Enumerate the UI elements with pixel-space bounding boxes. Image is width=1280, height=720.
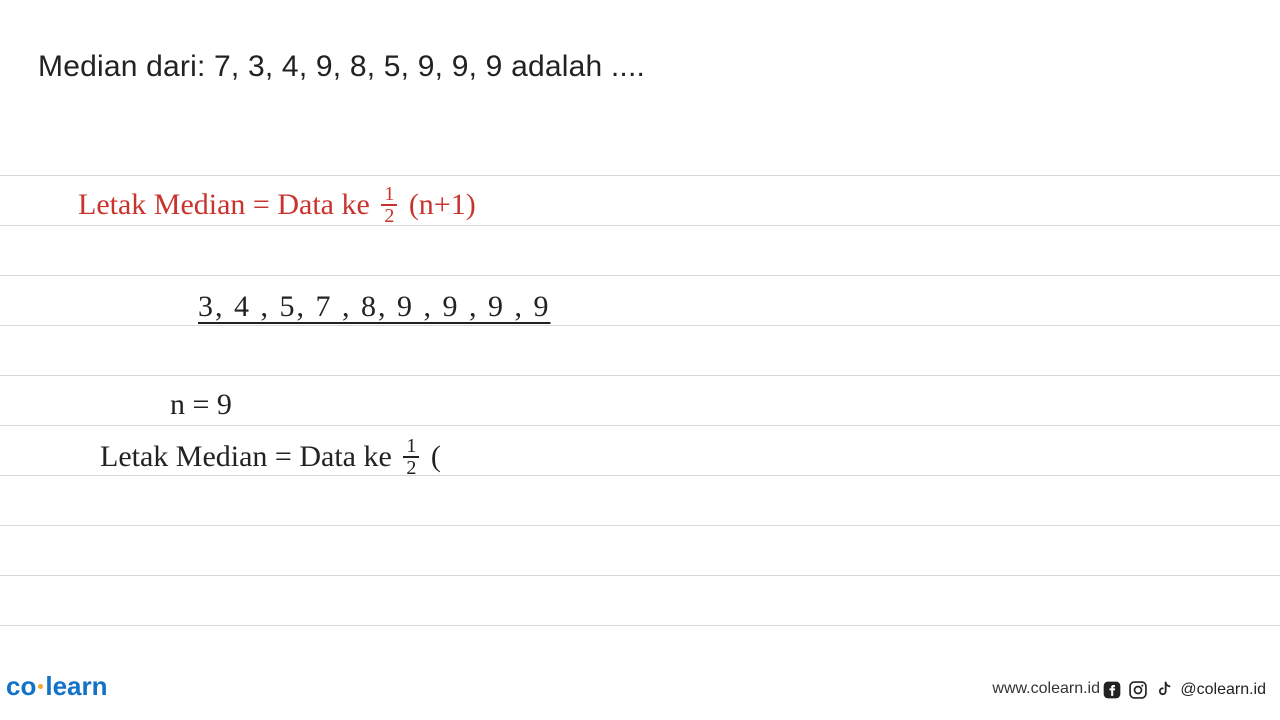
logo-right: learn xyxy=(45,671,107,701)
sorted-data: 3, 4 , 5, 7 , 8, 9 , 9 , 9 , 9 xyxy=(198,290,551,324)
denominator: 2 xyxy=(381,206,397,226)
footer: colearn www.colearn.id @colearn.id xyxy=(0,672,1280,702)
formula-median-line2: Letak Median = Data ke 12 ( xyxy=(100,438,441,480)
text: (n+1) xyxy=(401,188,475,221)
brand-logo: colearn xyxy=(6,671,108,702)
social-group: @colearn.id xyxy=(1102,680,1266,700)
social-handle: @colearn.id xyxy=(1180,681,1266,699)
logo-left: co xyxy=(6,671,36,701)
fraction-half: 12 xyxy=(381,184,397,226)
numerator: 1 xyxy=(403,436,419,458)
tiktok-icon xyxy=(1154,680,1174,700)
n-value: n = 9 xyxy=(170,388,232,422)
text: ( xyxy=(423,440,441,473)
formula-median-lhs: Letak Median = Data ke 12 (n+1) xyxy=(78,186,476,228)
text: Letak Median = xyxy=(100,440,299,473)
instagram-icon xyxy=(1128,680,1148,700)
question-text: Median dari: 7, 3, 4, 9, 8, 5, 9, 9, 9 a… xyxy=(38,50,645,84)
facebook-icon xyxy=(1102,680,1122,700)
text: Data ke xyxy=(277,188,377,221)
numerator: 1 xyxy=(381,184,397,206)
logo-dot-icon xyxy=(38,684,43,689)
sorted-values: 3, 4 , 5, 7 , 8, 9 , 9 , 9 , 9 xyxy=(198,290,551,323)
text: Letak Median = xyxy=(78,188,277,221)
website-url: www.colearn.id xyxy=(992,680,1100,698)
denominator: 2 xyxy=(403,458,419,478)
text: Data ke xyxy=(299,440,399,473)
fraction-half: 12 xyxy=(403,436,419,478)
